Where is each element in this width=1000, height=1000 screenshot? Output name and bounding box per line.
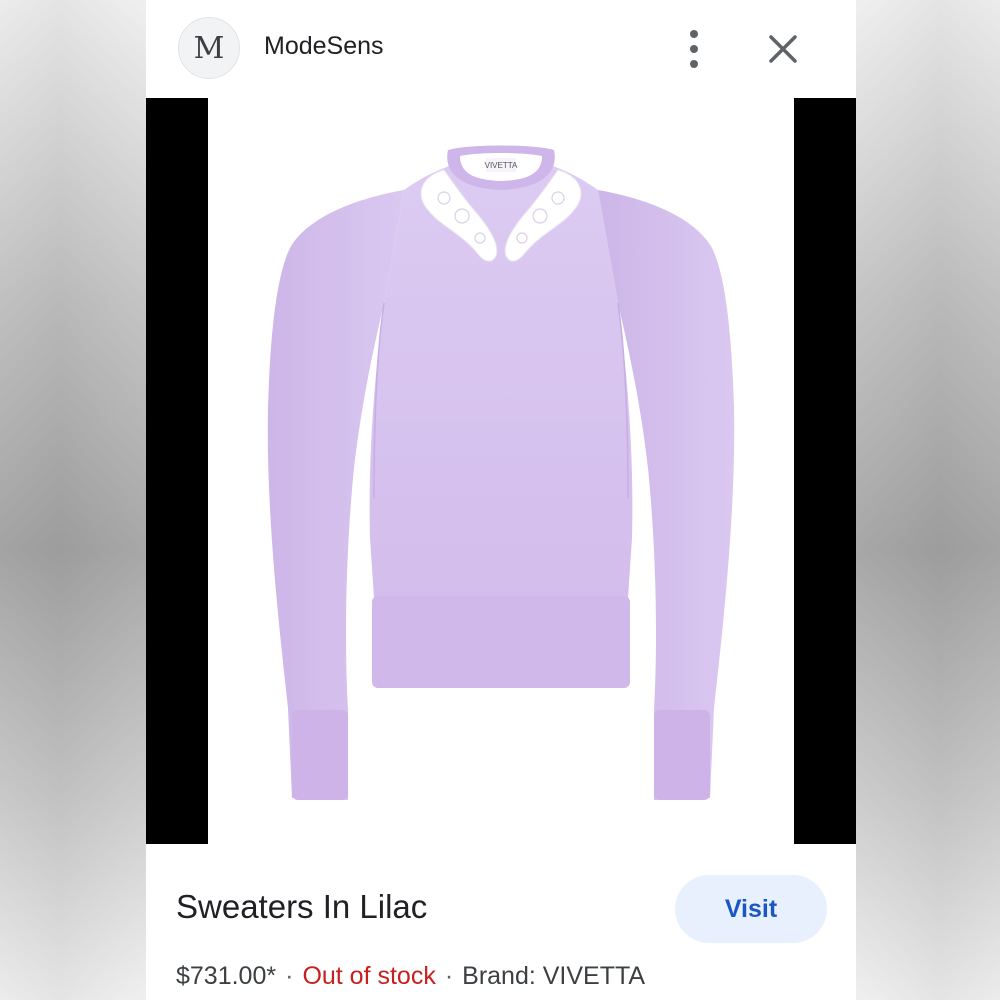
background-right — [854, 0, 1000, 1000]
site-logo[interactable]: M — [178, 17, 240, 79]
sweater-image: VIVETTA — [267, 145, 735, 800]
site-logo-letter: M — [193, 30, 225, 66]
product-title[interactable]: Sweaters In Lilac — [176, 888, 427, 926]
more-vert-icon-dot — [690, 60, 698, 68]
close-icon — [769, 35, 797, 63]
more-vert-icon-dot — [690, 45, 698, 53]
separator: · — [444, 962, 454, 990]
site-name[interactable]: ModeSens — [264, 32, 384, 61]
stock-status: Out of stock — [302, 962, 436, 990]
visit-button[interactable]: Visit — [675, 875, 827, 943]
product-image[interactable]: VIVETTA — [208, 98, 794, 844]
result-card: M ModeSens VIVETTA Sweaters In Lilac Vis… — [146, 0, 856, 1000]
separator: · — [285, 962, 294, 990]
header: M ModeSens — [146, 0, 856, 98]
product-meta: $731.00* · Out of stock · Brand: VIVETTA — [176, 962, 645, 991]
brand: Brand: VIVETTA — [462, 962, 646, 990]
sweater-label-text: VIVETTA — [485, 161, 518, 170]
more-vert-icon — [690, 30, 698, 38]
close-button[interactable] — [766, 32, 800, 66]
more-options-button[interactable] — [680, 30, 708, 68]
price: $731.00* — [176, 962, 277, 990]
product-image-container[interactable]: VIVETTA — [146, 98, 856, 844]
background-left — [0, 0, 146, 1000]
